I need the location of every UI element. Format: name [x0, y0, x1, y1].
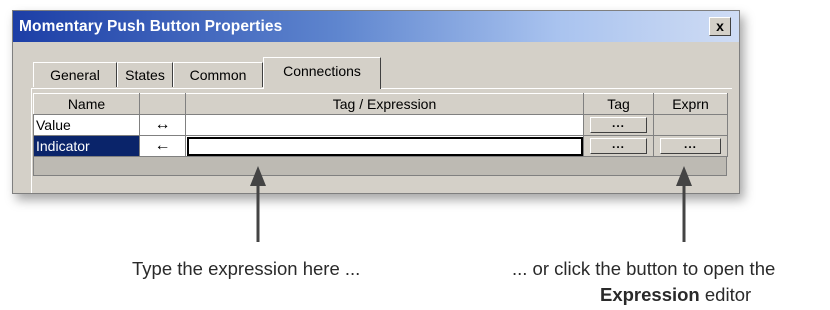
- expression-button-callout-arrow: [676, 166, 692, 242]
- expression-field-callout-arrow: [250, 166, 266, 242]
- annotation-right-line2: Expression editor: [600, 284, 751, 306]
- annotation-right-line1: ... or click the button to open the: [512, 258, 776, 279]
- annotation-right-bold: Expression: [600, 284, 700, 305]
- tab-connections[interactable]: Connections: [263, 57, 381, 89]
- annotation-left: Type the expression here ...: [132, 258, 361, 279]
- annotation-right-rest: editor: [699, 284, 752, 305]
